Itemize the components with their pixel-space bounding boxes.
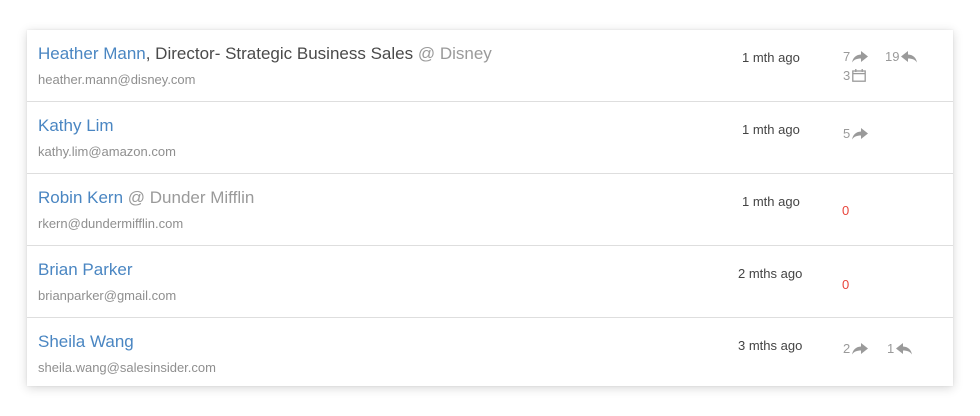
reply-count: 1: [887, 341, 913, 356]
contact-name-link[interactable]: Heather Mann: [38, 44, 146, 63]
contact-email: brianparker@gmail.com: [38, 288, 177, 303]
forward-arrow-icon: [852, 342, 869, 355]
list-item[interactable]: Brian Parker brianparker@gmail.com 2 mth…: [27, 246, 953, 318]
reply-arrow-icon: [896, 342, 913, 355]
last-activity-time: 1 mth ago: [742, 194, 800, 209]
contact-heading: Heather Mann, Director- Strategic Busine…: [38, 44, 492, 64]
contact-list: Heather Mann, Director- Strategic Busine…: [27, 30, 953, 386]
zero-count: 0: [842, 277, 850, 292]
forward-count-value: 5: [843, 126, 851, 141]
contact-company: @ Disney: [413, 44, 492, 63]
contact-title: , Director- Strategic Business Sales: [145, 44, 414, 63]
contact-email: sheila.wang@salesinsider.com: [38, 360, 216, 375]
reply-arrow-icon: [901, 50, 918, 63]
contact-name-link[interactable]: Sheila Wang: [38, 332, 134, 351]
contact-heading: Brian Parker: [38, 260, 132, 280]
zero-count: 0: [842, 203, 850, 218]
last-activity-time: 2 mths ago: [738, 266, 803, 281]
contact-email: kathy.lim@amazon.com: [38, 144, 176, 159]
forward-count: 7: [843, 49, 869, 64]
calendar-icon: [852, 69, 867, 82]
forward-arrow-icon: [852, 50, 869, 63]
contact-heading: Kathy Lim: [38, 116, 114, 136]
contact-heading: Robin Kern @ Dunder Mifflin: [38, 188, 254, 208]
list-item[interactable]: Sheila Wang sheila.wang@salesinsider.com…: [27, 318, 953, 384]
contact-name-link[interactable]: Kathy Lim: [38, 116, 114, 135]
forward-arrow-icon: [852, 127, 869, 140]
contact-name-link[interactable]: Brian Parker: [38, 260, 132, 279]
list-item[interactable]: Heather Mann, Director- Strategic Busine…: [27, 30, 953, 102]
forward-count-value: 2: [843, 341, 851, 356]
forward-count-value: 7: [843, 49, 851, 64]
contact-heading: Sheila Wang: [38, 332, 134, 352]
contact-email: rkern@dundermifflin.com: [38, 216, 184, 231]
event-count: 3: [843, 68, 867, 83]
last-activity-time: 1 mth ago: [742, 50, 800, 65]
forward-count: 5: [843, 126, 869, 141]
event-count-value: 3: [843, 68, 851, 83]
contact-company: @ Dunder Mifflin: [123, 188, 255, 207]
last-activity-time: 3 mths ago: [738, 338, 803, 353]
contact-name-link[interactable]: Robin Kern: [38, 188, 123, 207]
contact-email: heather.mann@disney.com: [38, 72, 196, 87]
list-item[interactable]: Robin Kern @ Dunder Mifflin rkern@dunder…: [27, 174, 953, 246]
last-activity-time: 1 mth ago: [742, 122, 800, 137]
list-item[interactable]: Kathy Lim kathy.lim@amazon.com 1 mth ago…: [27, 102, 953, 174]
forward-count: 2: [843, 341, 869, 356]
reply-count-value: 1: [887, 341, 895, 356]
reply-count: 19: [885, 49, 918, 64]
reply-count-value: 19: [885, 49, 900, 64]
